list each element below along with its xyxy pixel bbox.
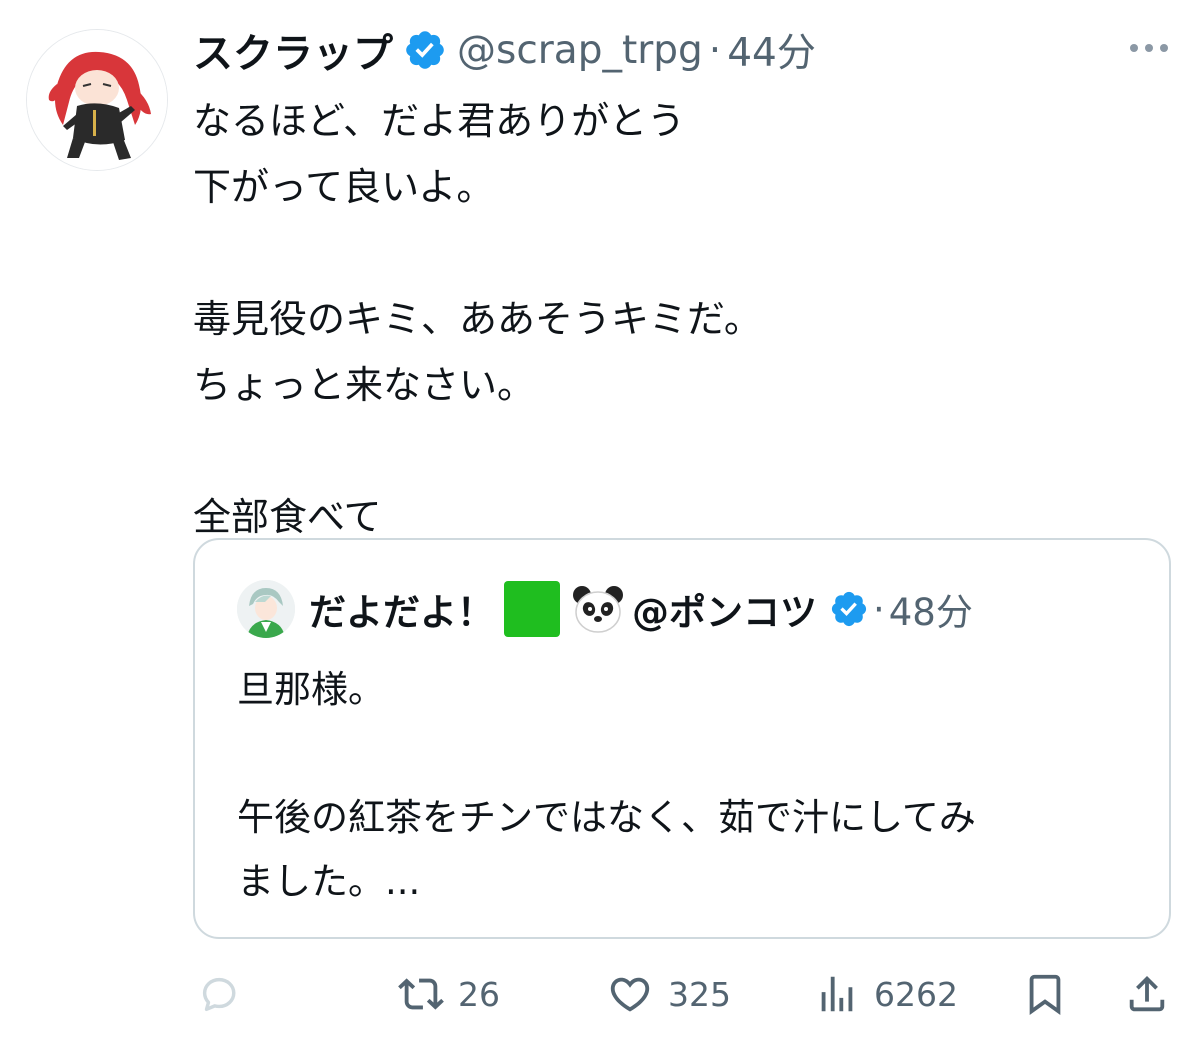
views-button[interactable]: 6262 bbox=[814, 962, 958, 1026]
verified-badge-icon[interactable] bbox=[403, 28, 447, 72]
quoted-author-avatar[interactable] bbox=[237, 580, 295, 638]
reply-button[interactable] bbox=[196, 962, 242, 1026]
retweet-icon bbox=[398, 971, 444, 1017]
quoted-text-line: 午後の紅茶をチンではなく、茹で汁にしてみ bbox=[237, 796, 976, 839]
share-button[interactable] bbox=[1124, 962, 1170, 1026]
avatar-illustration bbox=[27, 30, 167, 170]
action-bar: 26 325 6262 bbox=[0, 962, 1200, 1026]
quoted-author-name: だよだよ！ bbox=[309, 591, 494, 634]
quoted-text-line: ました。... bbox=[237, 860, 421, 903]
retweet-button[interactable]: 26 bbox=[398, 962, 500, 1026]
like-count: 325 bbox=[668, 974, 731, 1014]
bookmark-icon bbox=[1022, 969, 1068, 1019]
quoted-avatar-illustration bbox=[237, 580, 295, 638]
tweet-text: なるほど、だよ君ありがとう 下がって良いよ。 毒見役のキミ、ああそうキミだ。 ち… bbox=[193, 88, 1153, 550]
author-handle[interactable]: @scrap_trpg bbox=[457, 28, 703, 73]
author-name[interactable]: スクラップ bbox=[193, 21, 393, 79]
tweet-text-line: ちょっと来なさい。 bbox=[193, 363, 536, 407]
more-options-icon[interactable] bbox=[1124, 36, 1174, 60]
reply-icon bbox=[196, 971, 242, 1017]
quoted-tweet-card[interactable]: だよだよ！ @ポンコツ · 48分 旦那様。 午後の紅茶をチンではなく、茹で汁に… bbox=[193, 538, 1171, 939]
quoted-text-line bbox=[237, 722, 1157, 786]
tweet-text-line: 毒見役のキミ、ああそうキミだ。 bbox=[193, 297, 762, 341]
tweet-text-line bbox=[193, 418, 1153, 484]
share-icon bbox=[1124, 970, 1170, 1018]
header-separator: · bbox=[708, 27, 722, 73]
quoted-author-handle: @ポンコツ bbox=[632, 591, 817, 634]
quoted-header-separator: · bbox=[873, 587, 885, 631]
like-button[interactable]: 325 bbox=[606, 962, 731, 1026]
tweet-text-line: なるほど、だよ君ありがとう bbox=[193, 99, 686, 143]
bookmark-button[interactable] bbox=[1022, 962, 1068, 1026]
author-avatar[interactable] bbox=[26, 29, 168, 171]
view-count: 6262 bbox=[874, 974, 958, 1014]
tweet-text-line: 下がって良いよ。 bbox=[193, 165, 495, 209]
heart-icon bbox=[606, 971, 654, 1017]
quoted-text-line: 旦那様。 bbox=[237, 668, 385, 711]
quoted-tweet-header: だよだよ！ @ポンコツ · 48分 bbox=[309, 580, 973, 638]
quoted-tweet-time: 48分 bbox=[888, 591, 973, 634]
green-square-icon bbox=[504, 581, 560, 637]
views-chart-icon bbox=[814, 971, 860, 1017]
quoted-verified-badge-icon bbox=[829, 589, 869, 629]
panda-icon bbox=[570, 581, 626, 637]
tweet-time[interactable]: 44分 bbox=[727, 22, 816, 78]
tweet-header: スクラップ @scrap_trpg · 44分 bbox=[193, 22, 816, 78]
retweet-count: 26 bbox=[458, 974, 500, 1014]
quoted-tweet-text: 旦那様。 午後の紅茶をチンではなく、茹で汁にしてみ ました。... bbox=[237, 658, 1157, 914]
tweet-text-line bbox=[193, 220, 1153, 286]
